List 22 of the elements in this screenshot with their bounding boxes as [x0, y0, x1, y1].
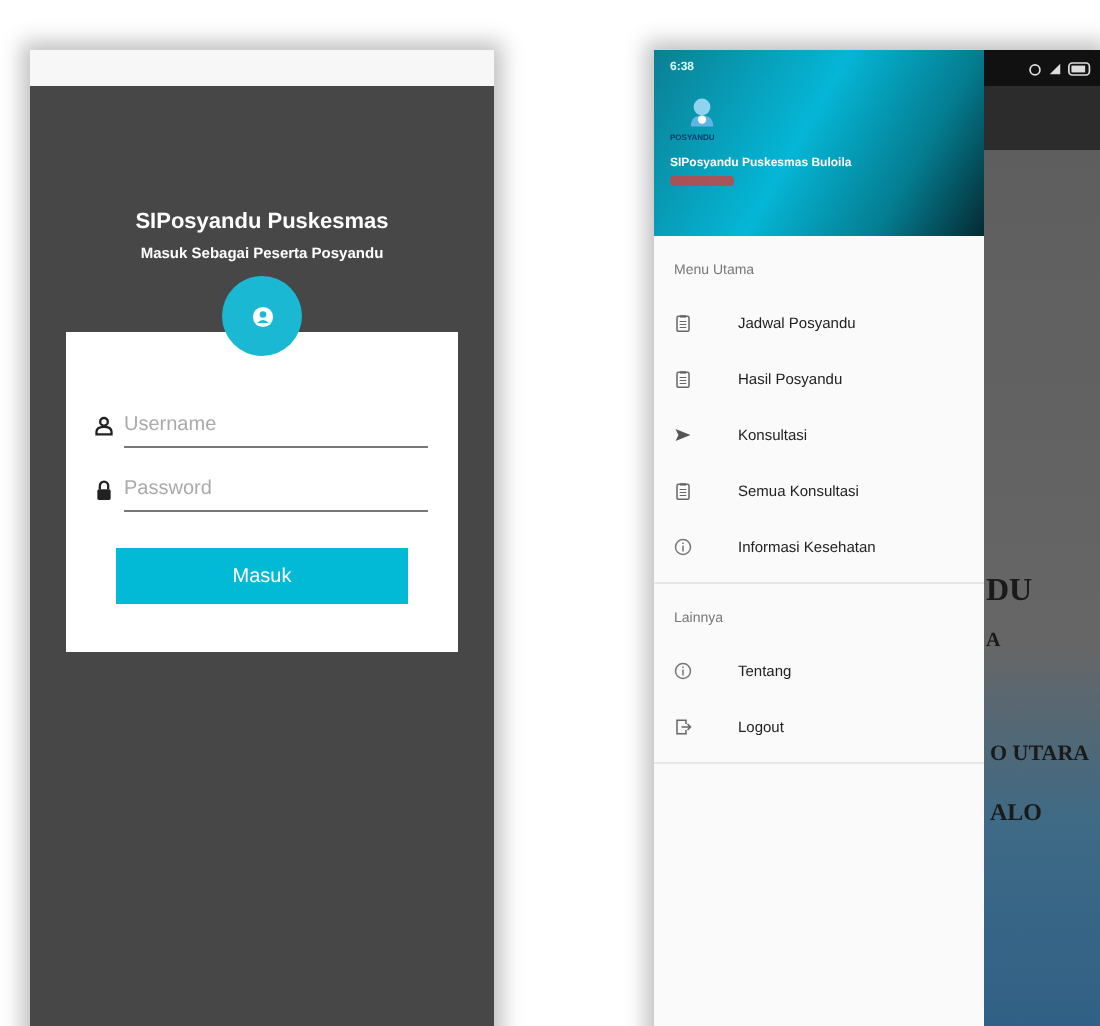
- banner-text: ALO: [990, 798, 1043, 828]
- input-field[interactable]: Username: [124, 405, 428, 447]
- battery-icon: [1068, 61, 1092, 75]
- alarm-icon: [1028, 61, 1042, 75]
- banner-text: DU: [986, 574, 1033, 610]
- banner-text: A: [986, 630, 1001, 652]
- info-icon: [674, 537, 692, 555]
- input-field[interactable]: Password: [124, 469, 428, 511]
- user-icon: [94, 416, 114, 436]
- info-icon: [674, 661, 692, 679]
- lock-icon: [94, 480, 114, 500]
- logout-icon: [674, 717, 692, 735]
- clipboard-icon: [674, 313, 692, 331]
- clipboard-icon: [674, 481, 692, 499]
- person-logo-icon: [688, 98, 716, 130]
- banner-text: O UTARA: [990, 742, 1090, 766]
- clipboard-icon: [674, 369, 692, 387]
- user-icon: [251, 305, 273, 327]
- app-title: SIPosyandu Puskesmas: [135, 210, 389, 234]
- blurred-subtitle: [670, 176, 734, 186]
- signal-icon: [1048, 61, 1062, 75]
- send-icon: [674, 425, 692, 443]
